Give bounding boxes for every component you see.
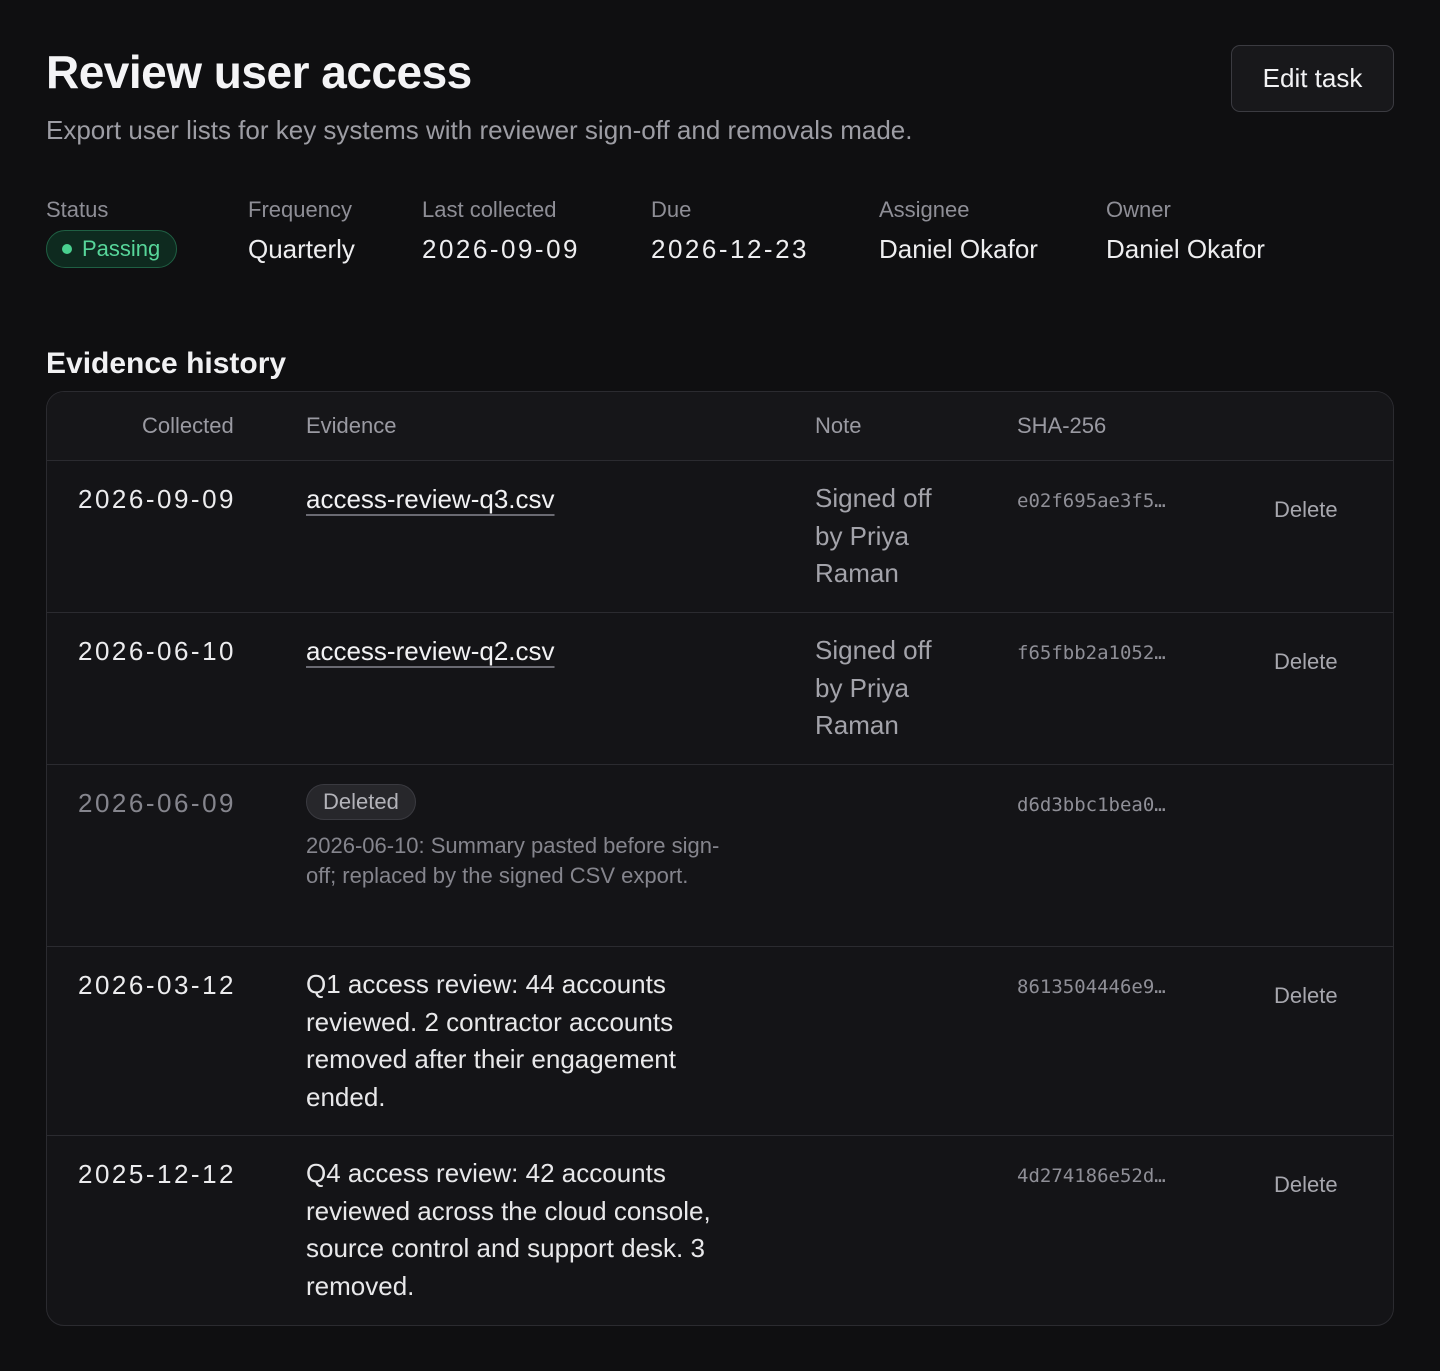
assignee-value[interactable]: Daniel Okafor — [879, 232, 1038, 266]
delete-button[interactable]: Delete — [1274, 648, 1338, 676]
owner-label: Owner — [1106, 197, 1171, 222]
meta-assignee: Assignee Daniel Okafor — [879, 196, 1038, 266]
evidence-table: Collected Evidence Note SHA-256 2026-09-… — [46, 391, 1394, 1326]
table-row-deleted: 2026-06-09 Deleted 2026-06-10: Summary p… — [47, 765, 1393, 947]
table-row: 2026-09-09 access-review-q3.csv Signed o… — [47, 461, 1393, 613]
sha-hash: d6d3bbc1bea0… — [1017, 794, 1166, 816]
sha-hash: 4d274186e52d… — [1017, 1165, 1166, 1187]
last-collected-label: Last collected — [422, 197, 557, 222]
column-evidence: Evidence — [306, 413, 397, 438]
edit-task-button[interactable]: Edit task — [1231, 45, 1394, 112]
due-value: 2026-12-23 — [651, 234, 809, 264]
page-title: Review user access — [46, 46, 472, 98]
collected-date: 2026-06-10 — [78, 636, 236, 666]
evidence-note: Signed off by Priya Raman — [815, 635, 932, 740]
deleted-note: 2026-06-10: Summary pasted before sign-o… — [306, 833, 720, 888]
column-sha: SHA-256 — [1017, 413, 1107, 438]
sha-hash: 8613504446e9… — [1017, 976, 1166, 998]
deleted-badge: Deleted — [306, 784, 416, 820]
page-header: Review user access Export user lists for… — [46, 0, 1394, 146]
meta-due: Due 2026-12-23 — [651, 196, 809, 266]
deleted-evidence: Deleted 2026-06-10: Summary pasted befor… — [306, 784, 746, 891]
table-row: 2026-03-12 Q1 access review: 44 accounts… — [47, 947, 1393, 1136]
sha-hash: e02f695ae3f5… — [1017, 490, 1166, 512]
meta-frequency: Frequency Quarterly — [248, 196, 355, 266]
table-row: 2026-06-10 access-review-q2.csv Signed o… — [47, 613, 1393, 765]
status-badge: Passing — [46, 230, 178, 268]
sha-hash: f65fbb2a1052… — [1017, 642, 1166, 664]
evidence-note: Signed off by Priya Raman — [815, 483, 932, 588]
due-label: Due — [651, 197, 692, 222]
status-dot-icon — [62, 244, 72, 254]
table-row: 2025-12-12 Q4 access review: 42 accounts… — [47, 1136, 1393, 1325]
table-header: Collected Evidence Note SHA-256 — [47, 392, 1393, 461]
frequency-value: Quarterly — [248, 234, 355, 264]
evidence-text: Q1 access review: 44 accounts reviewed. … — [306, 969, 676, 1112]
collected-date: 2026-06-09 — [78, 788, 236, 818]
evidence-file-link[interactable]: access-review-q2.csv — [306, 634, 555, 668]
meta-status: Status Passing — [46, 196, 178, 268]
delete-button[interactable]: Delete — [1274, 1171, 1338, 1199]
collected-date: 2025-12-12 — [78, 1159, 236, 1189]
column-note: Note — [815, 413, 862, 438]
status-label: Status — [46, 197, 109, 222]
assignee-label: Assignee — [879, 197, 970, 222]
task-meta: Status Passing Frequency Quarterly Last … — [46, 196, 1394, 306]
evidence-file-link[interactable]: access-review-q3.csv — [306, 482, 555, 516]
column-collected: Collected — [142, 413, 234, 438]
frequency-label: Frequency — [248, 197, 352, 222]
owner-value[interactable]: Daniel Okafor — [1106, 232, 1265, 266]
meta-last-collected: Last collected 2026-09-09 — [422, 196, 580, 266]
status-value: Passing — [82, 236, 161, 261]
page-subtitle: Export user lists for key systems with r… — [46, 115, 913, 145]
last-collected-value: 2026-09-09 — [422, 234, 580, 264]
collected-date: 2026-03-12 — [78, 970, 236, 1000]
meta-owner: Owner Daniel Okafor — [1106, 196, 1265, 266]
evidence-text: Q4 access review: 42 accounts reviewed a… — [306, 1158, 711, 1301]
collected-date: 2026-09-09 — [78, 484, 236, 514]
delete-button[interactable]: Delete — [1274, 982, 1338, 1010]
delete-button[interactable]: Delete — [1274, 496, 1338, 524]
evidence-history-title: Evidence history — [46, 347, 287, 380]
